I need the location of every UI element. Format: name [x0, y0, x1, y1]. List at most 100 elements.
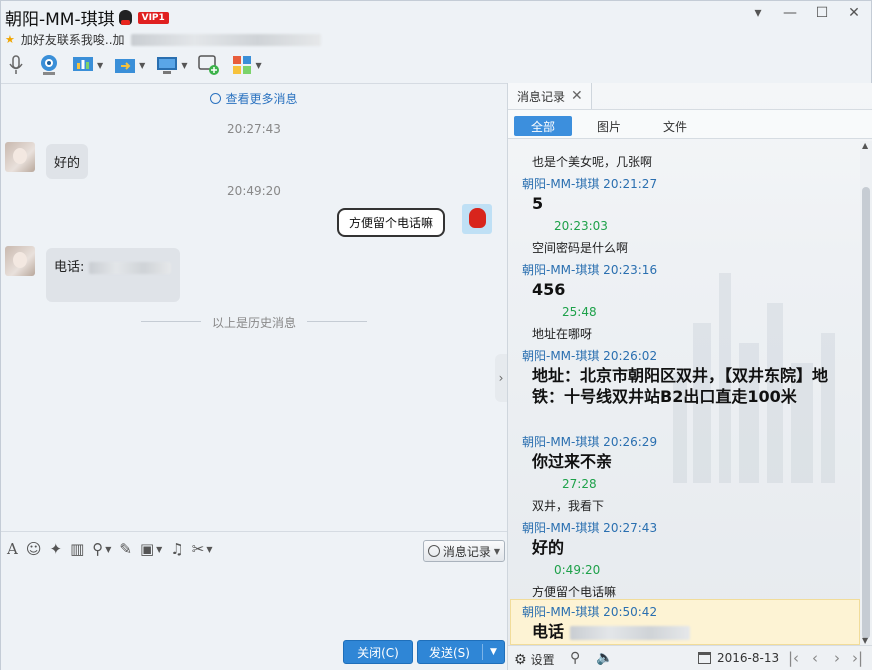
history-message-list[interactable]: 也是个美女呢，几张啊 朝阳-MM-琪琪 20:21:27 5 20:23:03 …: [508, 141, 860, 645]
close-tab-icon[interactable]: ✕: [571, 88, 583, 104]
apps-button[interactable]: ▼: [231, 54, 262, 76]
signature-line: ★ 加好友联系我唆..加: [5, 31, 321, 48]
history-message-text: 地址：北京市朝阳区双井，【双井东院】地铁：十号线双井站B2出口直走100米: [532, 366, 829, 406]
minimize-icon[interactable]: —: [781, 5, 799, 21]
voice-call-button[interactable]: [5, 54, 27, 76]
redacted-phone: [88, 261, 171, 274]
chevron-down-icon: ▼: [181, 60, 188, 70]
view-more-messages-link[interactable]: 查看更多消息: [1, 90, 507, 107]
chevron-down-icon: ▼: [139, 60, 146, 70]
redacted-contact: [130, 33, 321, 46]
chevron-down-icon[interactable]: ▼: [105, 545, 111, 554]
redacted-phone: [569, 625, 690, 640]
close-icon[interactable]: ✕: [845, 5, 863, 21]
qq-penguin-icon: [118, 10, 132, 25]
chat-window: 朝阳-MM-琪琪 VIP1 ★ 加好友联系我唆..加 ▾ — ☐ ✕ ▼ ▼ ▼: [0, 0, 872, 670]
webcam-icon: [41, 55, 57, 75]
contact-avatar[interactable]: [5, 142, 35, 172]
close-button[interactable]: 关闭(C): [343, 640, 413, 664]
history-message-header: 朝阳-MM-琪琪 20:26:02: [522, 349, 658, 363]
history-message-header: 27:28: [562, 477, 597, 491]
image-icon[interactable]: ▣: [140, 540, 154, 558]
filter-files[interactable]: 文件: [646, 116, 704, 136]
filter-all[interactable]: 全部: [514, 116, 572, 136]
history-filters: 全部 图片 文件: [508, 109, 872, 139]
apps-grid-icon: [233, 56, 252, 74]
scrollbar-thumb[interactable]: [862, 187, 870, 639]
speaker-icon[interactable]: 🔈: [596, 650, 613, 666]
history-message-header: 0:49:20: [554, 563, 601, 577]
first-page-icon[interactable]: |‹: [788, 649, 799, 667]
history-message-header: 朝阳-MM-琪琪 20:27:43: [522, 521, 658, 535]
tab-label: 消息记录: [517, 89, 566, 104]
phone-label: 电话: [532, 622, 565, 641]
message-area[interactable]: 查看更多消息 20:27:43 好的 20:49:20 方便留个电话嘛 电话: …: [1, 83, 507, 531]
history-message-text: 地址在哪呀: [532, 327, 593, 341]
date-picker[interactable]: 2016-8-13: [698, 651, 779, 665]
chevron-down-icon[interactable]: ▼: [156, 545, 162, 554]
menu-dropdown-icon[interactable]: ▾: [749, 5, 767, 21]
history-message-header: 朝阳-MM-琪琪 20:21:27: [522, 177, 658, 191]
scroll-up-icon[interactable]: ▲: [862, 141, 868, 150]
filter-images[interactable]: 图片: [580, 116, 638, 136]
last-page-icon[interactable]: ›|: [852, 649, 863, 667]
contact-name[interactable]: 朝阳-MM-琪琪: [5, 5, 115, 30]
self-avatar[interactable]: [462, 204, 492, 234]
previous-page-icon[interactable]: ‹: [812, 649, 818, 667]
message-timestamp: 20:49:20: [227, 184, 281, 198]
history-message-text: 456: [532, 280, 566, 299]
message-history-label: 消息记录: [442, 544, 491, 559]
incoming-message-bubble: 好的: [46, 144, 89, 179]
magic-wand-icon[interactable]: ✦: [49, 540, 62, 558]
history-message-text: 5: [532, 194, 544, 213]
discussion-button[interactable]: [197, 54, 221, 76]
input-toolbar: A ☺ ✦ ▥ ⚲ ▼ ✎ ▣ ▼ ♫ ✂ ▼: [7, 540, 213, 558]
emoji-icon[interactable]: ☺: [26, 540, 42, 558]
divider: [482, 644, 483, 660]
window-title-area: 朝阳-MM-琪琪 VIP1: [5, 5, 169, 30]
file-transfer-button[interactable]: ▼: [113, 54, 145, 76]
chat-add-icon: [198, 55, 220, 75]
music-icon[interactable]: ♫: [170, 540, 183, 558]
history-scrollbar[interactable]: ▲ ▼: [860, 141, 872, 645]
settings-label: 设置: [530, 653, 555, 667]
font-icon[interactable]: A: [7, 540, 18, 558]
send-button[interactable]: 发送(S) ▼: [417, 640, 505, 664]
remote-desktop-button[interactable]: ▼: [155, 54, 187, 76]
next-page-icon[interactable]: ›: [834, 649, 840, 667]
history-message-text: 也是个美女呢，几张啊: [532, 155, 653, 169]
history-message-text: 方便留个电话嘛: [532, 585, 617, 599]
chevron-down-icon: ▼: [255, 60, 262, 70]
chevron-down-icon: ▼: [97, 60, 104, 70]
vip-badge[interactable]: VIP1: [137, 11, 169, 24]
folder-transfer-icon: [115, 59, 136, 73]
edit-icon[interactable]: ✎: [119, 540, 132, 558]
maximize-icon[interactable]: ☐: [813, 5, 831, 21]
incoming-message-bubble: 电话:: [46, 248, 180, 302]
history-message-text: 你过来不亲: [532, 452, 613, 471]
chevron-down-icon: ▼: [493, 546, 501, 556]
shake-window-icon[interactable]: ▥: [70, 540, 84, 558]
calendar-icon: [698, 652, 711, 664]
window-controls: ▾ — ☐ ✕: [749, 5, 863, 21]
signature-text: 加好友联系我唆..加: [20, 33, 125, 47]
star-icon: ★: [5, 33, 15, 46]
search-icon[interactable]: ⚲: [570, 650, 580, 666]
input-area: A ☺ ✦ ▥ ⚲ ▼ ✎ ▣ ▼ ♫ ✂ ▼ 消息记录 ▼ 关闭(C) 发送(S) …: [1, 531, 507, 670]
chat-toolbar: ▼ ▼ ▼ ▼: [5, 51, 262, 79]
message-history-button[interactable]: 消息记录 ▼: [423, 540, 505, 562]
chevron-down-icon[interactable]: ▼: [490, 647, 497, 657]
tab-message-history[interactable]: 消息记录 ✕: [508, 83, 592, 109]
video-call-button[interactable]: [37, 53, 61, 77]
scissors-icon[interactable]: ✂: [192, 540, 205, 558]
contact-avatar[interactable]: [5, 246, 35, 276]
collapse-panel-handle[interactable]: ›: [495, 354, 507, 402]
screen-share-button[interactable]: ▼: [71, 54, 103, 76]
voice-message-icon[interactable]: ⚲: [92, 540, 103, 558]
scroll-down-icon[interactable]: ▼: [862, 636, 868, 645]
presentation-icon: [73, 57, 93, 71]
settings-button[interactable]: ⚙ 设置: [514, 651, 555, 668]
view-more-label: 查看更多消息: [225, 92, 298, 106]
history-message-header: 朝阳-MM-琪琪 20:50:42: [522, 605, 658, 619]
chevron-down-icon[interactable]: ▼: [206, 545, 212, 554]
